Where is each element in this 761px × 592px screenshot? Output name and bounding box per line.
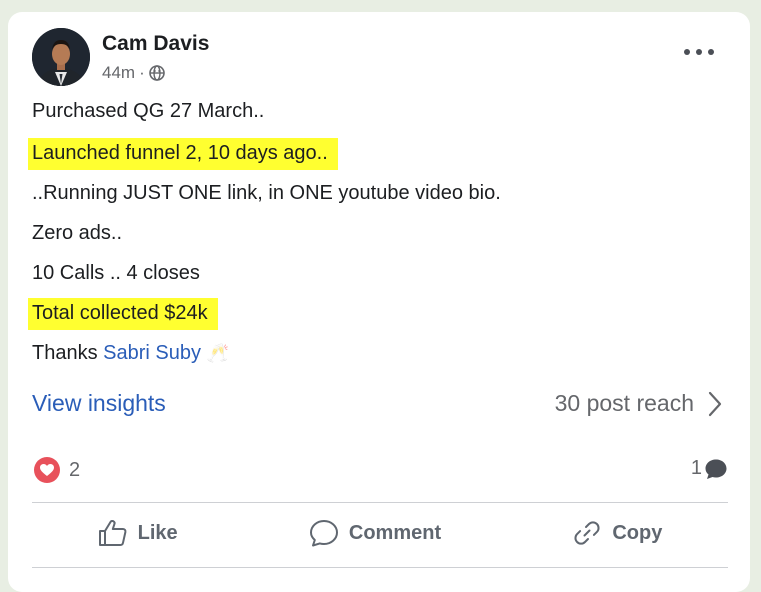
highlighted-text: Launched funnel 2, 10 days ago.. [28,138,338,170]
post-text-line: Zero ads.. [32,222,123,244]
more-dot-icon [708,49,714,55]
more-options-button[interactable] [684,42,714,62]
post-meta: 44m · [102,63,165,83]
post-reach-button[interactable]: 30 post reach [555,390,722,417]
comment-bubble-icon [705,459,727,479]
thanks-text: Thanks [32,342,104,364]
comments-count: 1 [690,457,702,479]
cheers-emoji: 🥂 [206,343,229,363]
comment-button[interactable]: Comment [309,519,441,547]
post-text-line-highlighted: Launched funnel 2, 10 days ago.. [28,138,338,170]
reactions-count: 2 [69,458,81,481]
highlighted-text: Total collected $24k [28,298,218,330]
action-bar: Like Comment Copy [32,512,728,554]
post-text-line: Thanks Sabri Suby 🥂 [32,342,229,365]
avatar-photo [32,28,90,86]
divider [32,567,728,568]
mention-link[interactable]: Sabri Suby [103,342,201,364]
chevron-right-icon [708,391,722,416]
post-text-line: Purchased QG 27 March.. [32,100,265,122]
link-icon [574,521,600,545]
like-button[interactable]: Like [98,519,178,547]
reactions-summary[interactable]: 2 [34,457,80,483]
comment-label: Comment [348,521,442,544]
comments-count-button[interactable]: 1 [691,457,728,480]
thumbs-up-icon [98,519,127,546]
copy-label: Copy [612,521,663,544]
meta-separator: · [139,63,145,82]
post-text-line: 10 Calls .. 4 closes [32,262,200,284]
post-text-line: ..Running JUST ONE link, in ONE youtube … [32,182,501,204]
globe-icon [148,65,165,81]
comment-icon [309,520,338,547]
post-card: Cam Davis 44m · Purchased QG 27 March.. … [8,12,750,592]
post-reach-text: 30 post reach [554,390,694,416]
author-avatar[interactable] [32,28,90,86]
post-text-line-highlighted: Total collected $24k [28,298,218,330]
copy-button[interactable]: Copy [572,519,662,547]
post-time[interactable]: 44m [102,63,135,83]
more-dot-icon [696,49,702,55]
more-dot-icon [684,49,690,55]
like-label: Like [137,521,178,544]
author-name[interactable]: Cam Davis [102,32,209,56]
heart-icon [34,457,60,483]
view-insights-link[interactable]: View insights [32,390,166,417]
divider [32,502,728,503]
